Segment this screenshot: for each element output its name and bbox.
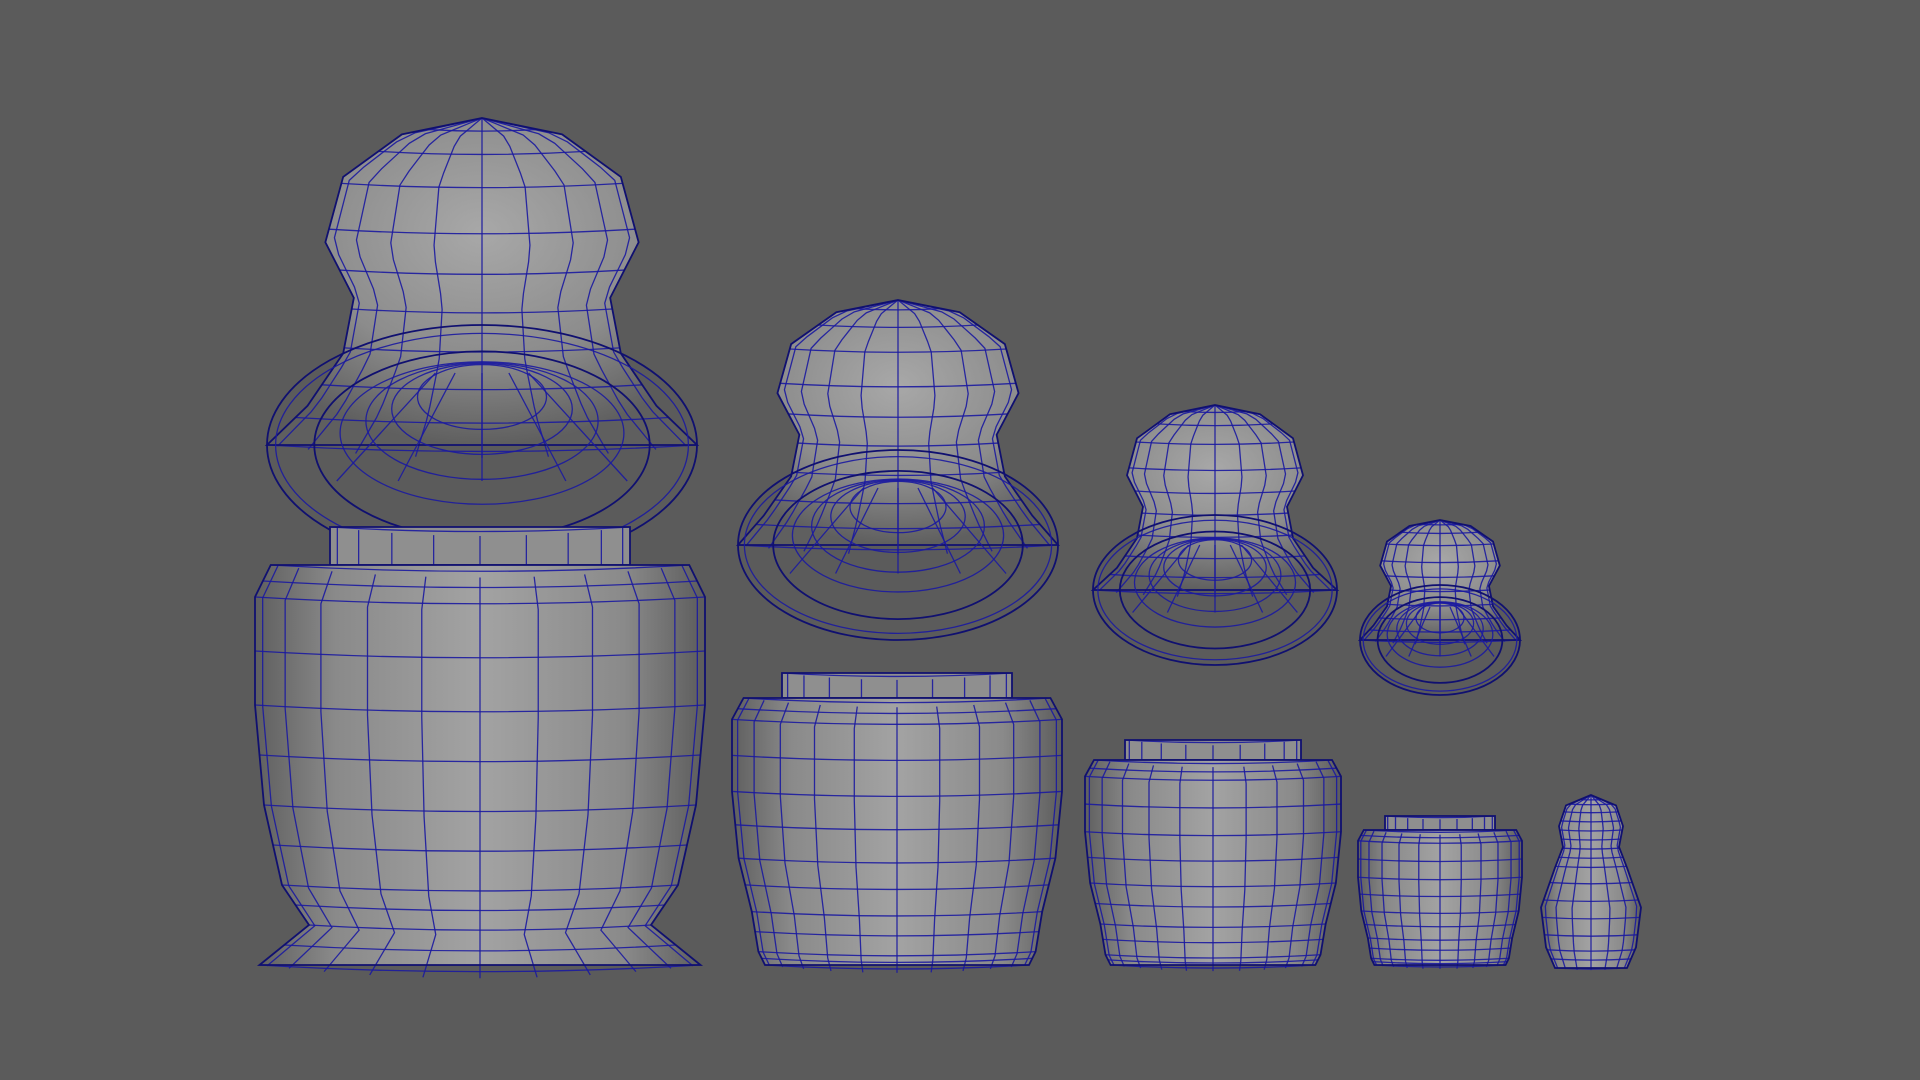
doll-2-head[interactable]: [736, 299, 1060, 641]
scene-canvas[interactable]: [0, 0, 1920, 1080]
doll-4-head[interactable]: [1357, 519, 1523, 696]
doll-1-body[interactable]: [254, 526, 706, 979]
doll-3-head[interactable]: [1090, 404, 1340, 666]
doll-2-body[interactable]: [731, 672, 1063, 973]
doll-3-body[interactable]: [1084, 739, 1342, 972]
doll-1-head[interactable]: [264, 117, 700, 566]
doll-5[interactable]: [1540, 794, 1642, 971]
doll-4-body[interactable]: [1357, 815, 1523, 969]
3d-viewport[interactable]: [0, 0, 1920, 1080]
